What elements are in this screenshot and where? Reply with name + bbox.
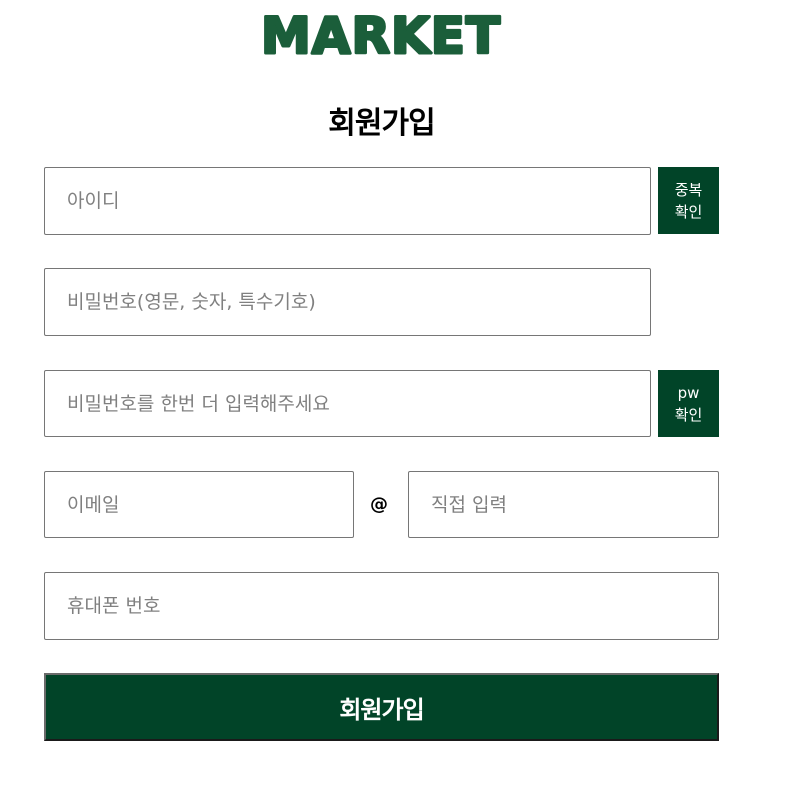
- pw-check-label-line1: pw: [677, 383, 700, 402]
- email-local-input[interactable]: [44, 471, 354, 538]
- signup-page: MARKET 회원가입 중복 확인 pw 확인 @ 회원가입: [0, 0, 811, 787]
- signup-submit-button[interactable]: 회원가입: [44, 673, 719, 741]
- id-check-label-line1: 중복: [674, 180, 703, 199]
- page-title: 회원가입: [328, 106, 435, 141]
- logo-image: MARKET: [260, 6, 502, 57]
- logo-wordmark: MARKET: [261, 7, 501, 56]
- id-input[interactable]: [44, 167, 651, 235]
- phone-input[interactable]: [44, 572, 719, 640]
- password-input[interactable]: [44, 268, 651, 336]
- pw-check-label-line2: 확인: [674, 405, 703, 424]
- id-check-label-line2: 확인: [674, 202, 703, 221]
- password-confirm-input[interactable]: [44, 370, 651, 437]
- pw-check-button[interactable]: pw 확인: [658, 370, 719, 437]
- email-domain-input[interactable]: [408, 471, 719, 538]
- id-duplicate-check-button[interactable]: 중복 확인: [658, 167, 719, 234]
- email-at-sign: @: [370, 494, 388, 515]
- market-logo: MARKET: [246, 0, 516, 57]
